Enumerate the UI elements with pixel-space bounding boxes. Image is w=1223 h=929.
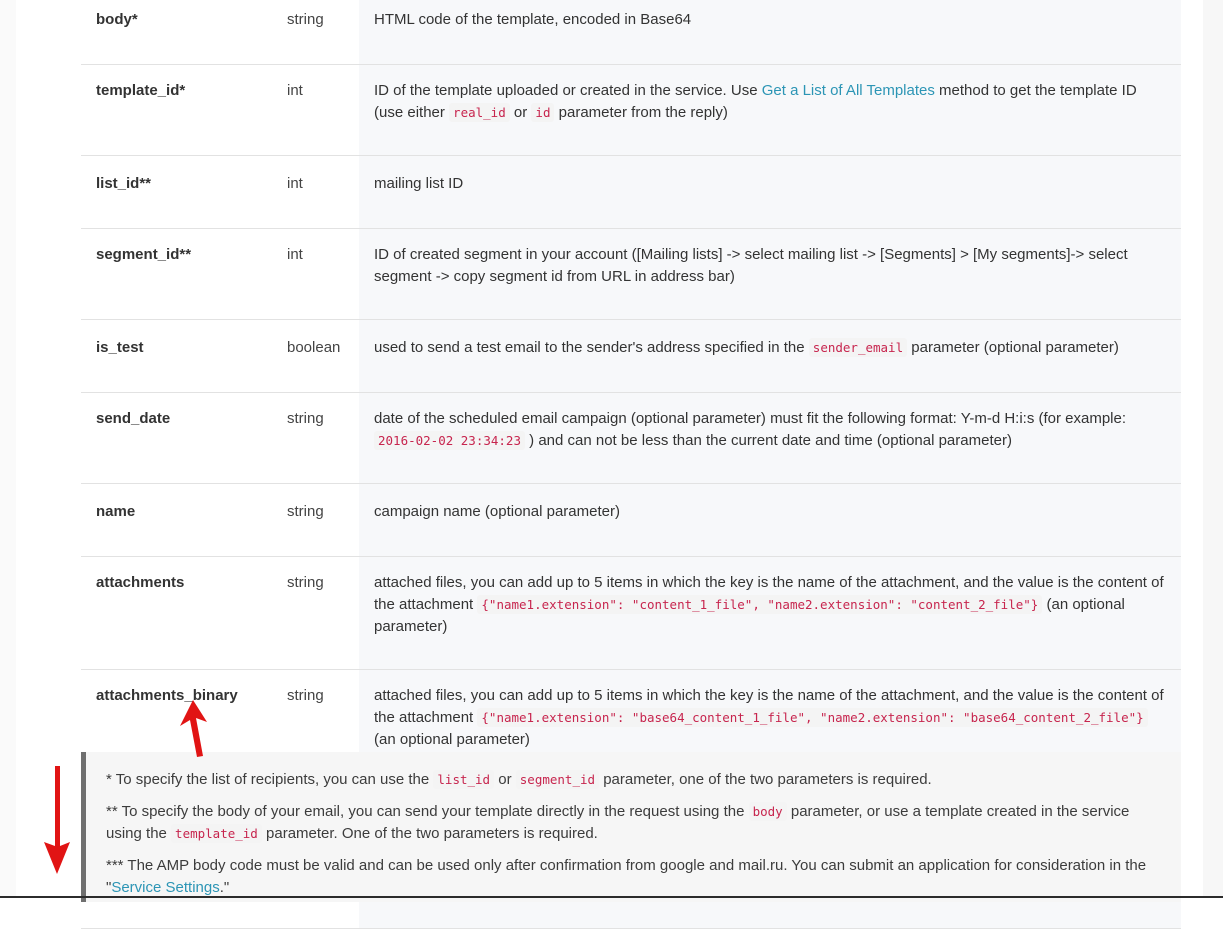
- param-description: used to send a test email to the sender'…: [359, 319, 1181, 393]
- param-type: string: [272, 483, 359, 557]
- param-row: segment_id** int ID of created segment in …: [81, 228, 1181, 320]
- param-type: string: [272, 392, 359, 484]
- text-fragment: campaign name (optional parameter): [374, 503, 620, 520]
- footnote: * To specify the list of recipients, you…: [106, 769, 1161, 791]
- text-fragment: ID of the template uploaded or created i…: [374, 82, 762, 99]
- param-description: HTML code of the template, encoded in Ba…: [359, 0, 1181, 65]
- param-name: name: [81, 483, 272, 557]
- doc-link[interactable]: Service Settings: [111, 879, 219, 896]
- page-left-margin: [0, 0, 16, 898]
- param-description: attached files, you can add up to 5 item…: [359, 556, 1181, 670]
- param-row: list_id** int mailing list ID: [81, 155, 1181, 229]
- param-name: body*: [81, 0, 272, 65]
- text-fragment: date of the scheduled email campaign (op…: [374, 410, 1127, 427]
- param-row: name string campaign name (optional parame…: [81, 483, 1181, 557]
- param-name: list_id**: [81, 155, 272, 229]
- text-fragment: parameter from the reply): [554, 104, 728, 121]
- param-description: ID of the template uploaded or created i…: [359, 64, 1181, 156]
- inline-code: segment_id: [515, 770, 600, 789]
- inline-code: id: [531, 103, 555, 122]
- doc-link[interactable]: Get a List of All Templates: [762, 82, 935, 99]
- red-arrow-down-icon: [44, 766, 70, 874]
- text-fragment: HTML code of the template, encoded in Ba…: [374, 11, 692, 28]
- param-name: attachments: [81, 556, 272, 670]
- text-fragment: used to send a test email to the sender'…: [374, 339, 809, 356]
- param-type: boolean: [272, 319, 359, 393]
- param-row: attachments string attached files, you can…: [81, 556, 1181, 670]
- text-fragment: ** To specify the body of your email, yo…: [106, 803, 749, 820]
- param-description: date of the scheduled email campaign (op…: [359, 392, 1181, 484]
- param-name: segment_id**: [81, 228, 272, 320]
- text-fragment: parameter (optional parameter): [907, 339, 1119, 356]
- footnotes-block: * To specify the list of recipients, you…: [81, 752, 1181, 902]
- inline-code: {"name1.extension": "base64_content_1_fi…: [477, 708, 1148, 727]
- text-fragment: parameter, one of the two parameters is …: [599, 771, 932, 788]
- footnote: ** To specify the body of your email, yo…: [106, 801, 1161, 845]
- inline-code: sender_email: [808, 338, 908, 357]
- text-fragment: parameter. One of the two parameters is …: [261, 825, 598, 842]
- text-fragment: (an optional parameter): [374, 731, 530, 748]
- param-description: ID of created segment in your account ([…: [359, 228, 1181, 320]
- param-row: is_test boolean used to send a test email …: [81, 319, 1181, 393]
- text-fragment: mailing list ID: [374, 175, 464, 192]
- param-row: template_id* int ID of the template upload…: [81, 64, 1181, 156]
- param-description: mailing list ID: [359, 155, 1181, 229]
- text-fragment: * To specify the list of recipients, you…: [106, 771, 434, 788]
- inline-code: list_id: [433, 770, 495, 789]
- param-row: send_date string date of the scheduled ema…: [81, 392, 1181, 484]
- text-fragment: ID of created segment in your account ([…: [374, 246, 1128, 285]
- param-type: string: [272, 0, 359, 65]
- inline-code: {"name1.extension": "content_1_file", "n…: [477, 595, 1043, 614]
- text-fragment: or: [509, 104, 532, 121]
- inline-code: 2016-02-02 23:34:23: [374, 431, 525, 450]
- text-fragment: or: [494, 771, 516, 788]
- param-name: is_test: [81, 319, 272, 393]
- inline-code: body: [748, 802, 787, 821]
- text-fragment: .": [219, 879, 230, 896]
- param-name: template_id*: [81, 64, 272, 156]
- param-description: campaign name (optional parameter): [359, 483, 1181, 557]
- page-right-margin: [1203, 0, 1223, 898]
- param-type: int: [272, 155, 359, 229]
- param-type: string: [272, 556, 359, 670]
- red-arrow-up-icon: [180, 700, 207, 757]
- inline-code: template_id: [171, 824, 262, 843]
- param-row: body* string HTML code of the template, en…: [81, 0, 1181, 65]
- text-fragment: ) and can not be less than the current d…: [525, 432, 1012, 449]
- footnote: *** The AMP body code must be valid and …: [106, 855, 1161, 899]
- param-type: int: [272, 228, 359, 320]
- text-fragment: *** The AMP body code must be valid and …: [106, 857, 1147, 896]
- param-type: int: [272, 64, 359, 156]
- inline-code: real_id: [449, 103, 510, 122]
- param-name: send_date: [81, 392, 272, 484]
